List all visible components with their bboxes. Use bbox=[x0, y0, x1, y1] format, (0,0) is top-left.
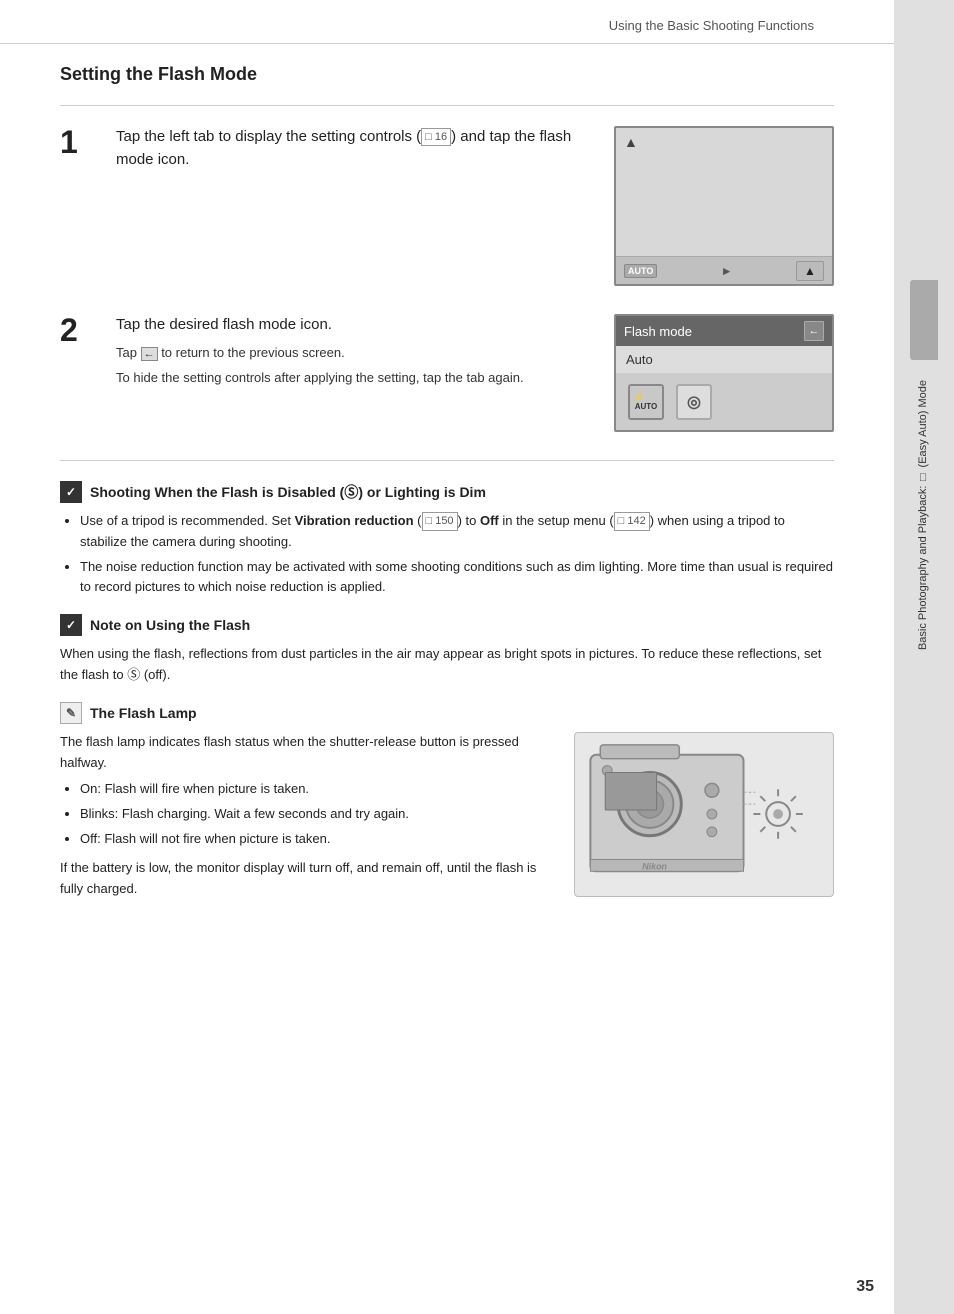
flash-lamp-text: The flash lamp indicates flash status wh… bbox=[60, 732, 554, 906]
flash-lamp-diagram: Nikon bbox=[574, 732, 834, 900]
step-2-instruction: Tap the desired flash mode icon. bbox=[116, 314, 590, 337]
flash-mode-panel: Flash mode ← Auto ⚡AUTO ◎ bbox=[614, 314, 834, 432]
flash-icon-off[interactable]: ◎ bbox=[676, 384, 712, 420]
divider-mid bbox=[60, 460, 834, 461]
flash-burst-group bbox=[753, 789, 802, 838]
step-2-sub1: Tap ← to return to the previous screen. bbox=[116, 343, 590, 363]
flash-mode-icons: ⚡AUTO ◎ bbox=[616, 374, 832, 430]
flash-mode-header: Flash mode ← bbox=[616, 316, 832, 346]
flash-lamp-footer: If the battery is low, the monitor displ… bbox=[60, 858, 554, 900]
check-icon-2: ✓ bbox=[60, 614, 82, 636]
note2-text: When using the flash, reflections from d… bbox=[60, 644, 834, 686]
step-1-number: 1 bbox=[60, 126, 92, 158]
lamp-bullet-3: Off: Flash will not fire when picture is… bbox=[80, 829, 554, 850]
step-2-image: Flash mode ← Auto ⚡AUTO ◎ bbox=[614, 314, 834, 432]
page-number: 35 bbox=[856, 1278, 874, 1296]
note-flash-use: ✓ Note on Using the Flash When using the… bbox=[60, 614, 834, 686]
lamp-bullet-2: Blinks: Flash charging. Wait a few secon… bbox=[80, 804, 554, 825]
section-title: Setting the Flash Mode bbox=[60, 64, 834, 85]
flash-lamp-list: On: Flash will fire when picture is take… bbox=[60, 779, 554, 849]
note1-bullet-2: The noise reduction function may be acti… bbox=[80, 557, 834, 599]
flash-mode-title: Flash mode bbox=[624, 324, 692, 339]
note1-bullet-1: Use of a tripod is recommended. Set Vibr… bbox=[80, 511, 834, 553]
note1-title: ✓ Shooting When the Flash is Disabled (Ⓢ… bbox=[60, 481, 834, 503]
step-1-image: ▲ AUTO ► ▲ bbox=[614, 126, 834, 286]
step-2-number: 2 bbox=[60, 314, 92, 346]
note1-title-text: Shooting When the Flash is Disabled (Ⓢ) … bbox=[90, 482, 486, 502]
flash-lamp-intro: The flash lamp indicates flash status wh… bbox=[60, 732, 554, 774]
note-flash-lamp: ✎ The Flash Lamp The flash lamp indicate… bbox=[60, 702, 834, 906]
check-icon-1: ✓ bbox=[60, 481, 82, 503]
sidebar-tab bbox=[910, 280, 938, 360]
note-flash-disabled: ✓ Shooting When the Flash is Disabled (Ⓢ… bbox=[60, 481, 834, 598]
flash-auto-badge: AUTO bbox=[624, 264, 657, 278]
flash-auto-label: Auto bbox=[616, 346, 832, 374]
note1-list: Use of a tripod is recommended. Set Vibr… bbox=[60, 511, 834, 598]
step-1-text: Tap the left tab to display the setting … bbox=[116, 126, 590, 177]
step-2-text: Tap the desired flash mode icon. Tap ← t… bbox=[116, 314, 590, 394]
lamp-bullet-1: On: Flash will fire when picture is take… bbox=[80, 779, 554, 800]
auto-text: ⚡AUTO bbox=[635, 393, 658, 411]
arrow-right-icon: ► bbox=[721, 264, 733, 278]
sidebar-text: Basic Photography and Playback:  (Easy … bbox=[916, 380, 931, 650]
step-1-instruction: Tap the left tab to display the setting … bbox=[116, 126, 590, 171]
flash-icon-auto[interactable]: ⚡AUTO bbox=[628, 384, 664, 420]
svg-text:Nikon: Nikon bbox=[642, 861, 667, 871]
note2-title: ✓ Note on Using the Flash bbox=[60, 614, 834, 636]
flash-lamp-content: The flash lamp indicates flash status wh… bbox=[60, 732, 834, 906]
note3-title-text: The Flash Lamp bbox=[90, 705, 197, 721]
note3-title: ✎ The Flash Lamp bbox=[60, 702, 834, 724]
arrow-up-btn[interactable]: ▲ bbox=[796, 261, 824, 281]
divider-top bbox=[60, 105, 834, 106]
camera-svg: Nikon bbox=[574, 732, 834, 897]
note2-title-text: Note on Using the Flash bbox=[90, 617, 250, 633]
step-2-sub2: To hide the setting controls after apply… bbox=[116, 368, 590, 388]
pencil-icon: ✎ bbox=[60, 702, 82, 724]
ref-142: □ 142 bbox=[614, 512, 650, 532]
step-2-row: 2 Tap the desired flash mode icon. Tap ←… bbox=[60, 314, 834, 432]
camera-mode-icon: ▲ bbox=[624, 134, 638, 150]
ref-150: □ 150 bbox=[422, 512, 458, 532]
camera-bottom-bar: AUTO ► ▲ bbox=[616, 256, 832, 284]
camera-screen-mockup-1: ▲ AUTO ► ▲ bbox=[614, 126, 834, 286]
flash-back-button[interactable]: ← bbox=[804, 321, 824, 341]
no-flash-icon: ◎ bbox=[687, 392, 701, 412]
main-content: Setting the Flash Mode 1 Tap the left ta… bbox=[0, 44, 894, 941]
page-header: Using the Basic Shooting Functions bbox=[0, 0, 894, 44]
header-title: Using the Basic Shooting Functions bbox=[609, 18, 814, 33]
ref-box-16: □ 16 bbox=[421, 128, 451, 147]
step-1-row: 1 Tap the left tab to display the settin… bbox=[60, 126, 834, 286]
sidebar: Basic Photography and Playback:  (Easy … bbox=[894, 0, 954, 1314]
